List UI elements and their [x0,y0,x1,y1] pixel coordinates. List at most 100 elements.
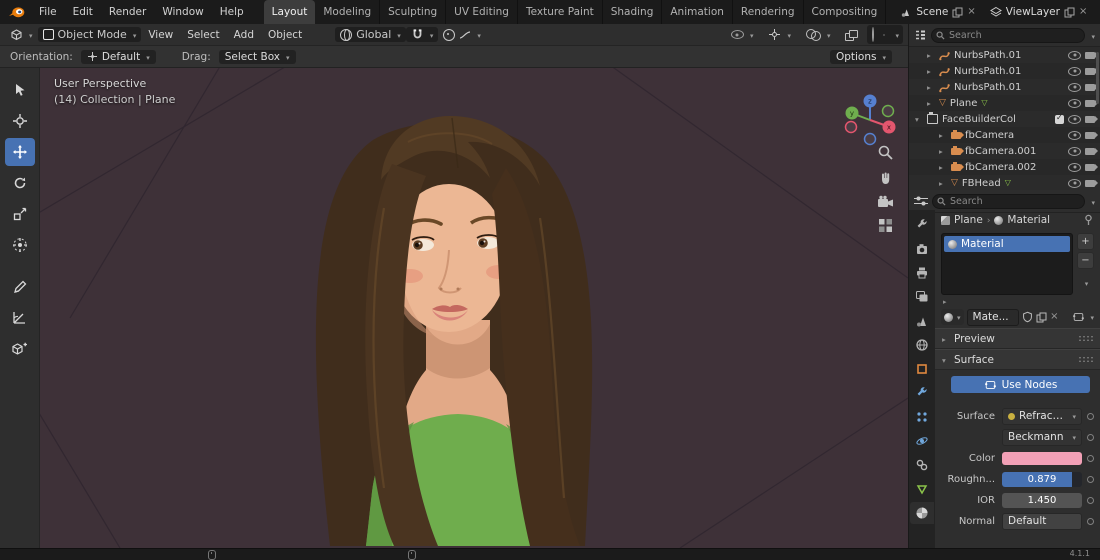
drag-mode-dropdown[interactable]: Select Box [218,49,296,64]
outliner-scrollbar[interactable] [1096,52,1099,104]
animate-dot-icon[interactable] [1087,517,1094,525]
drag-grip-icon[interactable] [1078,335,1093,342]
breadcrumb-object[interactable]: Plane [954,214,983,226]
mode-selector[interactable]: Object Mode [37,27,142,42]
menu-select[interactable]: Select [180,29,226,41]
distribution-dropdown[interactable]: Beckmann [1002,428,1082,446]
tool-rotate[interactable] [5,169,35,197]
preview-section-header[interactable]: Preview [935,328,1100,349]
shading-material-preview-button[interactable] [883,33,886,36]
orientation-default-dropdown[interactable]: Default [80,49,156,64]
animate-dot-icon[interactable] [1087,412,1094,420]
menu-object[interactable]: Object [261,29,309,41]
fake-user-shield-icon[interactable] [1022,311,1033,323]
tab-particles[interactable] [910,406,934,428]
roughness-slider[interactable]: 0.879 [1002,471,1082,487]
expand-arrow-icon[interactable] [927,50,935,61]
proportional-editing-toggle[interactable] [438,27,486,42]
visibility-dropdown[interactable] [726,27,759,42]
breadcrumb-material[interactable]: Material [1007,214,1050,226]
tool-measure[interactable] [5,304,35,332]
hide-in-viewport-icon[interactable] [1068,98,1081,108]
tab-output[interactable] [910,262,934,284]
collection-checkbox[interactable] [1055,113,1064,124]
animate-dot-icon[interactable] [1087,475,1094,483]
surface-shader-dropdown[interactable]: Refractio... [1002,407,1082,425]
outliner-item-nurbspath[interactable]: NurbsPath.01 [909,63,1100,79]
disable-in-render-icon[interactable] [1085,67,1098,75]
remove-viewlayer-icon[interactable]: × [1079,7,1087,17]
disable-in-render-icon[interactable] [1085,147,1098,155]
remove-slot-button[interactable]: − [1077,252,1094,269]
xray-toggle[interactable] [840,29,862,41]
tab-modeling[interactable]: Modeling [315,0,381,24]
tab-modifiers[interactable] [910,382,934,404]
menu-help[interactable]: Help [212,6,252,18]
shading-rendered-button[interactable] [888,34,890,36]
disable-in-render-icon[interactable] [1085,51,1098,59]
outliner-item-nurbspath[interactable]: NurbsPath.01 [909,79,1100,95]
outliner-editor-icon[interactable] [914,29,927,41]
character-model[interactable] [315,116,593,547]
tab-material[interactable] [910,502,934,524]
disable-in-render-icon[interactable] [1085,115,1098,123]
disable-in-render-icon[interactable] [1085,163,1098,171]
tool-select-box[interactable] [5,76,35,104]
show-gizmo-dropdown[interactable] [763,27,796,42]
add-slot-button[interactable]: + [1077,233,1094,250]
hide-in-viewport-icon[interactable] [1068,146,1081,156]
material-slot-list[interactable]: Material [941,233,1073,295]
collapse-arrow-icon[interactable] [915,114,923,125]
outliner-item-plane[interactable]: Plane [909,95,1100,111]
tool-annotate[interactable] [5,273,35,301]
expand-arrow-icon[interactable] [939,146,947,157]
blender-logo-icon[interactable] [8,5,25,19]
expand-arrow-icon[interactable] [927,82,935,93]
color-swatch[interactable] [1002,451,1082,465]
outliner-item-facebuildercol[interactable]: FaceBuilderCol [909,111,1100,127]
tool-3d-cursor[interactable] [5,107,35,135]
tab-render[interactable] [910,238,934,260]
expand-arrow-icon[interactable] [939,130,947,141]
tab-world[interactable] [910,334,934,356]
scene-selector[interactable]: Scene × [900,6,976,18]
hide-in-viewport-icon[interactable] [1068,82,1081,92]
tool-move[interactable] [4,138,35,166]
tool-add-cube[interactable] [5,335,35,363]
expand-arrow-icon[interactable] [927,98,935,109]
camera-view-icon[interactable] [877,195,894,209]
animate-dot-icon[interactable] [1087,496,1094,504]
tab-object-data[interactable] [910,478,934,500]
navigation-gizmo[interactable]: z x y [842,92,898,148]
toggle-ortho-icon[interactable] [878,218,893,233]
hide-in-viewport-icon[interactable] [1068,130,1081,140]
hide-in-viewport-icon[interactable] [1068,66,1081,76]
pin-icon[interactable] [1083,214,1094,226]
pan-hand-icon[interactable] [878,170,894,186]
tab-uv-editing[interactable]: UV Editing [446,0,518,24]
outliner-item-fbcamera[interactable]: fbCamera [909,127,1100,143]
outliner-item-nurbspath[interactable]: NurbsPath.01 [909,47,1100,63]
disable-in-render-icon[interactable] [1085,131,1098,139]
duplicate-material-icon[interactable] [1036,312,1047,323]
animate-dot-icon[interactable] [1087,454,1094,462]
expand-arrow-icon[interactable] [939,178,947,189]
unlink-scene-icon[interactable]: × [967,7,975,17]
node-tree-icon[interactable] [1072,311,1085,323]
tab-scene[interactable] [910,310,934,332]
properties-editor-icon[interactable] [914,195,928,207]
tab-view-layer[interactable] [910,286,934,308]
show-overlays-dropdown[interactable] [801,27,836,42]
hide-in-viewport-icon[interactable] [1068,162,1081,172]
ior-field[interactable]: 1.450 [1002,492,1082,508]
outliner-search-input[interactable] [931,27,1086,43]
tab-physics[interactable] [910,430,934,452]
tab-shading[interactable]: Shading [603,0,663,24]
chevron-down-icon[interactable] [893,28,899,41]
transform-orientation-selector[interactable]: Global [335,27,406,42]
drag-grip-icon[interactable] [1078,356,1093,363]
new-scene-icon[interactable] [952,7,963,18]
use-nodes-button[interactable]: Use Nodes [951,376,1090,393]
material-name-field[interactable]: Mate... [966,308,1020,326]
tool-transform[interactable] [5,231,35,259]
